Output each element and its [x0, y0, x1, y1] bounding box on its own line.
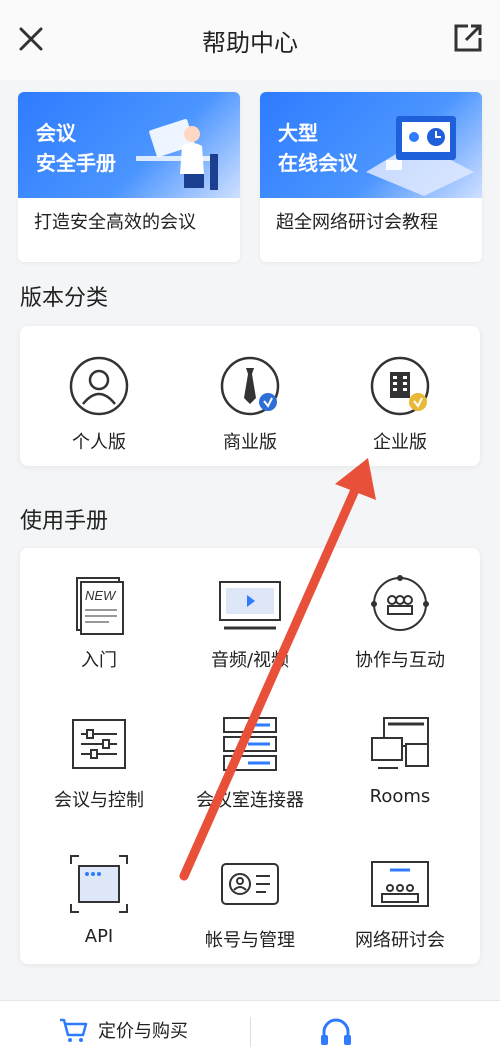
bottom-divider [250, 1017, 251, 1047]
manual-item-label: 网络研讨会 [355, 930, 445, 951]
banner-large-meeting[interactable]: 大型 在线会议 超全网络研讨会教程 [260, 92, 482, 262]
sliders-icon [72, 719, 126, 769]
section-title-editions: 版本分类 [20, 286, 109, 311]
open-external-icon[interactable] [452, 22, 484, 54]
svg-text:NEW: NEW [85, 588, 117, 603]
manual-item-room-connector[interactable]: 会议室连接器 [175, 712, 325, 812]
headset-icon[interactable] [318, 1015, 354, 1051]
banner-caption: 打造安全高效的会议 [34, 212, 196, 233]
monitor-icon [219, 581, 281, 630]
edition-label: 个人版 [72, 432, 126, 453]
webinar-icon [371, 861, 429, 907]
manual-item-label: API [84, 926, 114, 947]
api-icon [70, 855, 128, 913]
close-icon[interactable] [16, 24, 46, 54]
edition-enterprise[interactable]: 企业版 [325, 354, 475, 454]
manual-item-label: 入门 [81, 650, 117, 671]
edition-business[interactable]: 商业版 [175, 354, 325, 454]
manual-item-api[interactable]: API [24, 852, 174, 947]
page-title: 帮助中心 [202, 28, 298, 57]
meeting-person-illustration [136, 119, 218, 190]
manual-item-label: 帐号与管理 [205, 930, 295, 951]
manual-item-meeting-control[interactable]: 会议与控制 [24, 712, 174, 812]
manual-item-rooms[interactable]: Rooms [325, 712, 475, 807]
manual-item-label: Rooms [369, 786, 431, 807]
manual-item-label: 会议与控制 [54, 790, 144, 811]
manual-item-label: 音频/视频 [210, 650, 290, 671]
pricing-purchase-button[interactable]: 定价与购买 [58, 1017, 188, 1043]
banner-art-title: 会议 安全手册 [36, 121, 116, 175]
manual-card: NEW 入门 音频/视频 协作与互动 会议与控制 会议室连接器 Rooms AP… [20, 548, 480, 964]
cart-icon [60, 1018, 88, 1042]
edition-label: 商业版 [223, 432, 277, 453]
banner-art-title: 大型 在线会议 [278, 121, 358, 175]
top-bar: 帮助中心 [0, 0, 500, 80]
manual-item-audio-video[interactable]: 音频/视频 [175, 572, 325, 672]
webinar-illustration [366, 116, 474, 196]
banner-illustration: 大型 在线会议 [260, 92, 482, 198]
rooms-icon [371, 717, 429, 769]
bottom-bar: 定价与购买 [0, 1000, 500, 1063]
new-doc-icon: NEW [76, 577, 124, 635]
manual-item-label: 会议室连接器 [196, 790, 304, 811]
manual-item-webinar[interactable]: 网络研讨会 [325, 852, 475, 952]
edition-label: 企业版 [373, 432, 427, 453]
section-title-manual: 使用手册 [20, 509, 109, 534]
server-icon [223, 717, 277, 771]
person-icon [69, 356, 129, 416]
edition-personal[interactable]: 个人版 [24, 354, 174, 454]
banner-caption: 超全网络研讨会教程 [276, 212, 438, 233]
editions-card: 个人版 商业版 企业版 [20, 326, 480, 466]
manual-item-getting-started[interactable]: NEW 入门 [24, 572, 174, 672]
manual-item-collaboration[interactable]: 协作与互动 [325, 572, 475, 672]
banner-illustration: 会议 安全手册 [18, 92, 240, 198]
id-card-icon [221, 863, 279, 905]
pricing-purchase-label: 定价与购买 [98, 1021, 188, 1042]
manual-item-account[interactable]: 帐号与管理 [175, 852, 325, 952]
tie-icon [220, 356, 280, 416]
banner-security-manual[interactable]: 会议 安全手册 打造安全高效的会议 [18, 92, 240, 262]
manual-item-label: 协作与互动 [355, 650, 445, 671]
group-icon [371, 575, 429, 631]
building-icon [370, 356, 430, 416]
